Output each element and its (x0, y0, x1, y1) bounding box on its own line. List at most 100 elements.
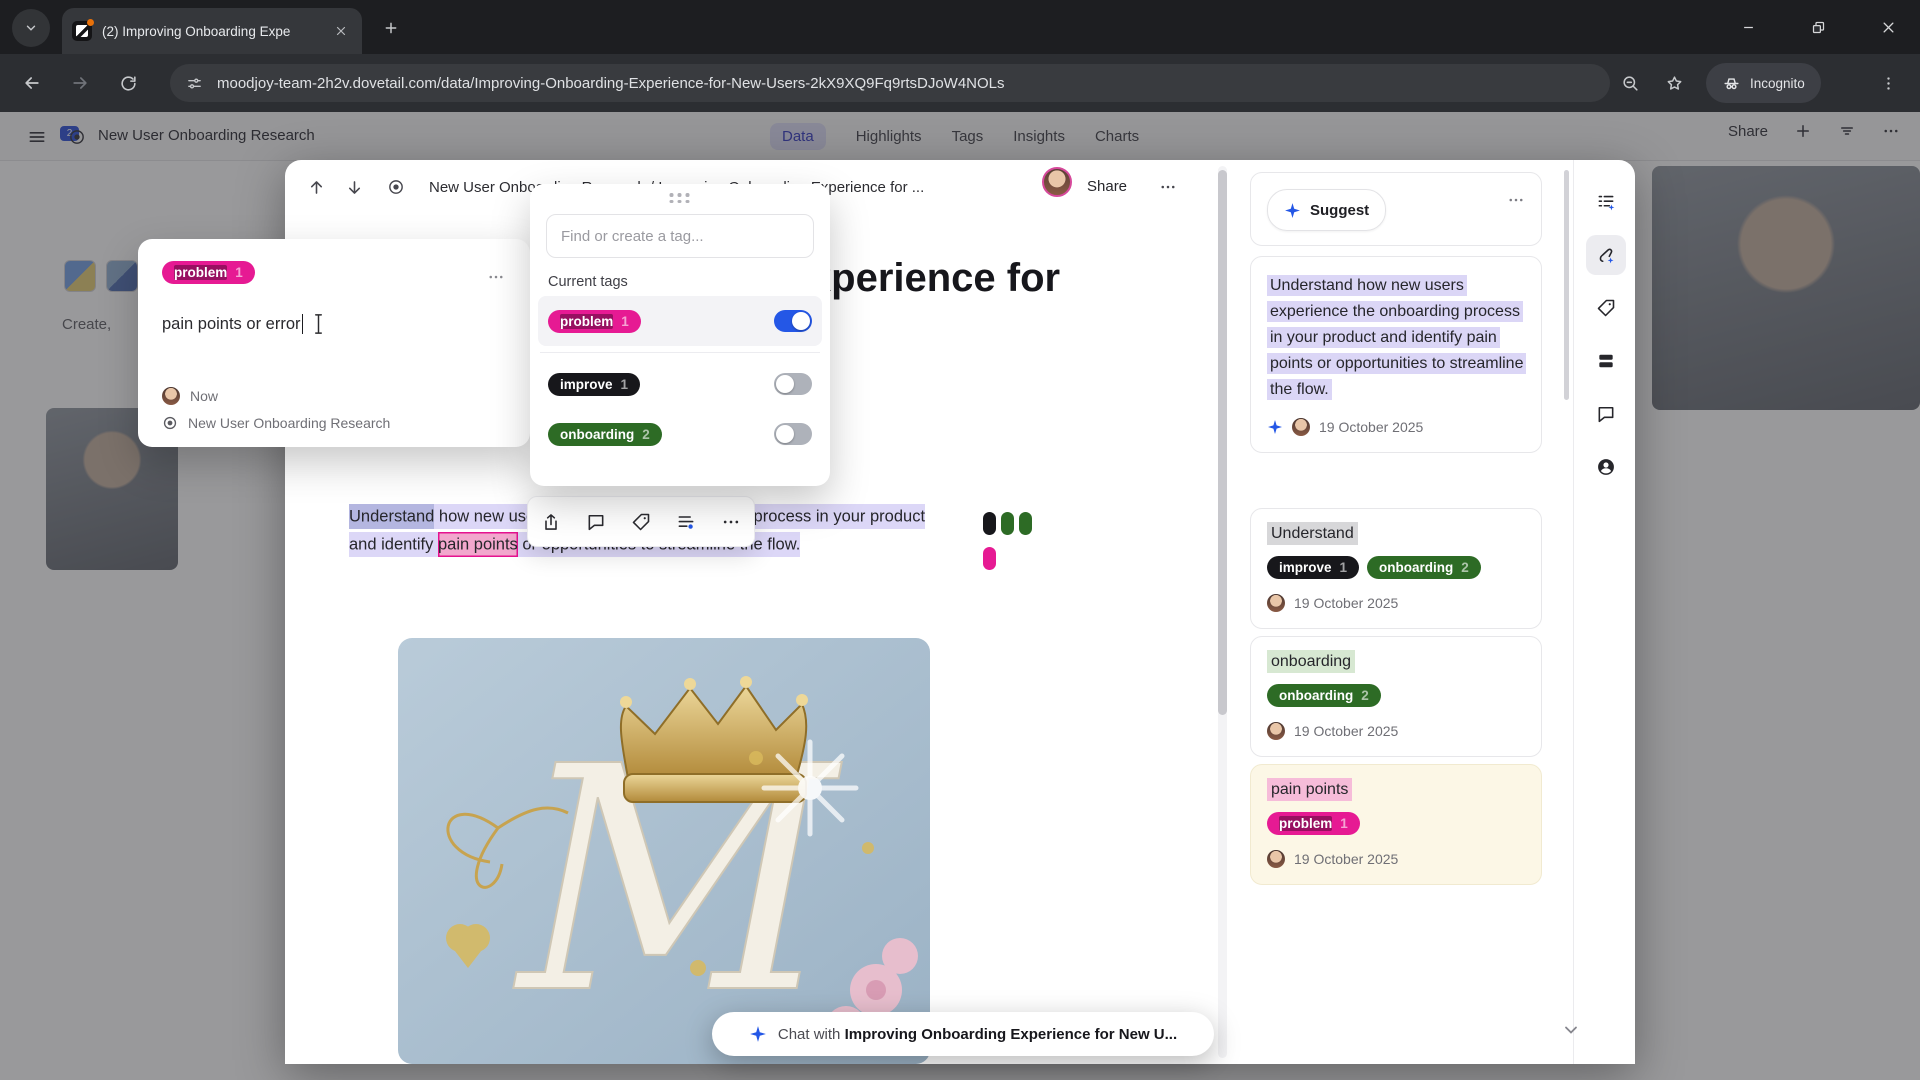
drag-handle-icon[interactable] (670, 193, 691, 203)
highlight-date: 19 October 2025 (1294, 851, 1398, 867)
author-avatar (1267, 594, 1285, 612)
tag-pill[interactable]: problem1 (162, 261, 255, 284)
doc-share-button[interactable]: Share (1087, 178, 1127, 195)
chat-prefix: Chat with (778, 1026, 845, 1043)
source-row[interactable]: New User Onboarding Research (162, 415, 390, 431)
next-item-icon[interactable] (339, 172, 369, 202)
ibeam-cursor (312, 313, 325, 335)
browser-toolbar: moodjoy-team-2h2v.dovetail.com/data/Impr… (0, 54, 1920, 112)
zoom-icon[interactable] (1614, 67, 1646, 99)
reload-icon[interactable] (112, 67, 144, 99)
incognito-label: Incognito (1750, 76, 1805, 91)
author-avatar (1267, 850, 1285, 868)
summary-sparkle-icon[interactable] (1586, 182, 1626, 222)
tag-pill[interactable]: onboarding2 (1267, 684, 1381, 707)
highlight-indicator[interactable] (1019, 512, 1032, 535)
author-avatar (162, 387, 180, 405)
tag-pill[interactable]: problem1 (548, 310, 641, 333)
tag-pill[interactable]: onboarding2 (1367, 556, 1481, 579)
site-settings-icon[interactable] (186, 75, 203, 92)
tag-pill[interactable]: improve1 (548, 373, 640, 396)
tag-icon[interactable] (624, 505, 658, 539)
window-close-button[interactable] (1862, 6, 1914, 48)
tab-close-icon[interactable] (330, 20, 352, 42)
sparkle-icon (749, 1025, 767, 1043)
highlight-indicator[interactable] (983, 512, 996, 535)
window-restore-button[interactable] (1792, 6, 1844, 48)
browser-tab[interactable]: (2) Improving Onboarding Expe (62, 8, 362, 54)
scroll-down-chevron-icon[interactable] (1557, 1016, 1585, 1044)
new-tab-button[interactable] (376, 13, 406, 43)
tag-toggle[interactable] (774, 373, 812, 395)
browser-menu-icon[interactable] (1872, 67, 1904, 99)
source-label: New User Onboarding Research (188, 415, 390, 431)
highlights-icon[interactable] (669, 505, 703, 539)
tag-row-improve[interactable]: improve1 (538, 359, 822, 409)
comment-icon[interactable] (579, 505, 613, 539)
tag-row-onboarding[interactable]: onboarding2 (538, 409, 822, 459)
tag-toggle[interactable] (774, 310, 812, 332)
current-tags-label: Current tags (548, 274, 628, 290)
chat-launcher[interactable]: Chat with Improving Onboarding Experienc… (712, 1012, 1214, 1056)
highlight-card[interactable]: Understandimprove1onboarding219 October … (1250, 508, 1542, 629)
highlight-date: 19 October 2025 (1319, 419, 1423, 435)
panel-scrollbar[interactable] (1564, 170, 1569, 400)
profile-icon[interactable] (1586, 447, 1626, 487)
ai-sparkle-icon (1267, 419, 1283, 435)
highlight-indicator[interactable] (1001, 512, 1014, 535)
breadcrumb-target-icon (381, 172, 411, 202)
highlight-card[interactable]: pain pointsproblem119 October 2025 (1250, 764, 1542, 885)
popup-more-icon[interactable] (482, 263, 510, 291)
author-avatar (1292, 418, 1310, 436)
doc-more-icon[interactable] (1153, 172, 1183, 202)
tag-search-input[interactable] (546, 214, 814, 258)
comment-icon[interactable] (1586, 394, 1626, 434)
text-caret (302, 314, 304, 334)
highlight-margin-marks (983, 512, 1032, 582)
selection-toolbar (527, 496, 755, 547)
doc-image[interactable]: M (398, 638, 930, 1064)
source-target-icon (162, 415, 178, 431)
panel-more-icon[interactable] (1507, 191, 1525, 209)
cards-icon[interactable] (1586, 341, 1626, 381)
screen: (2) Improving Onboarding Expe (0, 0, 1920, 1080)
highlighted-text[interactable]: pain points (438, 532, 518, 557)
highlight-card[interactable]: onboardingonboarding219 October 2025 (1250, 636, 1542, 757)
back-icon[interactable] (16, 67, 48, 99)
highlight-card[interactable]: Understand how new users experience the … (1250, 256, 1542, 453)
tag-toggle[interactable] (774, 423, 812, 445)
incognito-badge: Incognito (1706, 63, 1821, 103)
tab-search-chevron-icon[interactable] (12, 9, 50, 47)
tag-pill[interactable]: onboarding2 (548, 423, 662, 446)
highlighted-text[interactable]: Understand (349, 504, 434, 529)
highlight-edit-popup: problem1 pain points or error Now New Us… (138, 239, 530, 447)
highlight-indicator[interactable] (983, 547, 996, 570)
incognito-icon (1722, 74, 1741, 93)
time-label: Now (190, 388, 218, 404)
url-bar[interactable]: moodjoy-team-2h2v.dovetail.com/data/Impr… (170, 64, 1610, 102)
suggest-card: Suggest (1250, 172, 1542, 246)
timestamp-row: Now (162, 387, 218, 405)
highlighter-sparkle-icon[interactable] (1586, 235, 1626, 275)
tag-pill[interactable]: problem1 (1267, 812, 1360, 835)
bookmark-star-icon[interactable] (1658, 67, 1690, 99)
suggest-button[interactable]: Suggest (1267, 189, 1386, 231)
chat-doc-title: Improving Onboarding Experience for New … (845, 1026, 1178, 1043)
highlight-date: 19 October 2025 (1294, 723, 1398, 739)
doc-scrollbar[interactable] (1218, 166, 1227, 1058)
browser-tab-strip: (2) Improving Onboarding Expe (0, 0, 1920, 54)
forward-icon[interactable] (64, 67, 96, 99)
highlight-text-input[interactable]: pain points or error (162, 313, 325, 335)
previous-item-icon[interactable] (301, 172, 331, 202)
highlight-date: 19 October 2025 (1294, 595, 1398, 611)
tag-dropdown: Current tags problem1 improve1 onboarding2 (530, 184, 830, 486)
more-icon[interactable] (714, 505, 748, 539)
tab-title: (2) Improving Onboarding Expe (102, 24, 330, 39)
tag-pill[interactable]: improve1 (1267, 556, 1359, 579)
panel-divider (1573, 160, 1574, 1064)
share-icon[interactable] (534, 505, 568, 539)
window-minimize-button[interactable] (1722, 6, 1774, 48)
tag-row-problem[interactable]: problem1 (538, 296, 822, 346)
tag-icon[interactable] (1586, 288, 1626, 328)
collaborator-avatar[interactable] (1042, 167, 1072, 197)
